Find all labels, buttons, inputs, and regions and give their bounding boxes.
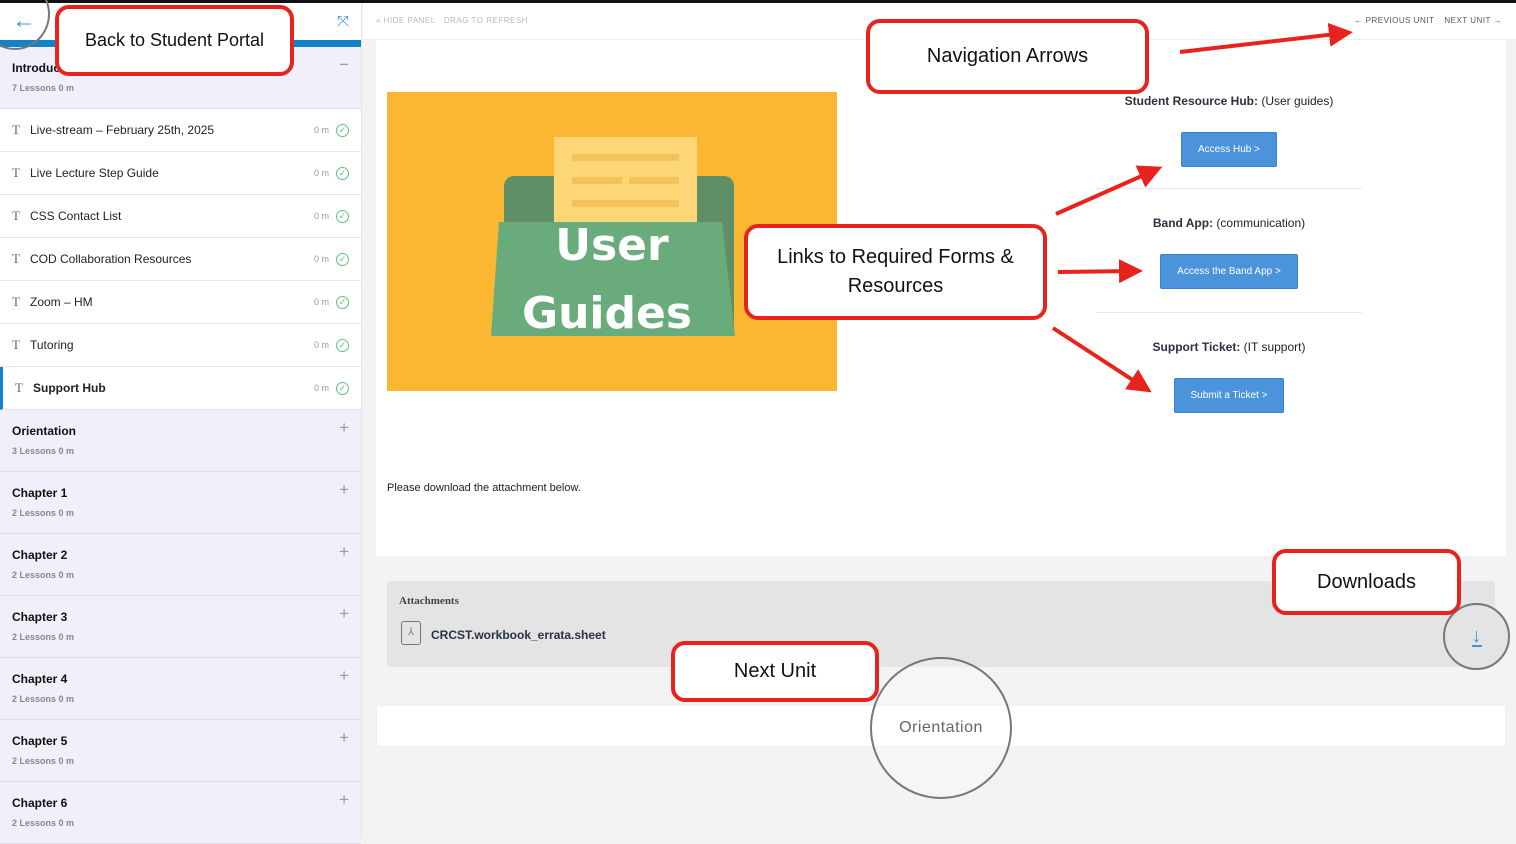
lesson-duration: 0 m (313, 340, 329, 350)
lesson-title: Live-stream – February 25th, 2025 (30, 123, 215, 137)
divider (1096, 312, 1362, 313)
download-icon: ↓ (1471, 624, 1482, 647)
section-title: Chapter 4 (12, 672, 68, 686)
hide-panel-button[interactable]: « HIDE PANEL (376, 16, 436, 25)
section-item[interactable]: Chapter 2 2 Lessons 0 m + (0, 534, 361, 596)
section-item[interactable]: Chapter 3 2 Lessons 0 m + (0, 596, 361, 658)
lesson-title: Live Lecture Step Guide (30, 166, 159, 180)
download-note: Please download the attachment below. (387, 482, 581, 494)
lesson-duration: 0 m (313, 254, 329, 264)
completed-check-icon: ✓ (336, 295, 349, 309)
next-unit-label[interactable]: Orientation (899, 719, 983, 737)
expand-plus-icon[interactable]: + (339, 790, 349, 810)
section-meta: 3 Lessons 0 m (12, 446, 75, 456)
lesson-item[interactable]: T Live Lecture Step Guide 0 m ✓ (0, 152, 361, 195)
image-text-2: Guides (522, 288, 692, 339)
expand-plus-icon[interactable]: + (339, 418, 349, 438)
resource-label: Band App: (communication) (1152, 216, 1306, 230)
back-arrow-icon: ← (12, 7, 36, 34)
text-lesson-icon: T (12, 251, 20, 266)
section-item[interactable]: Orientation 3 Lessons 0 m + (0, 410, 361, 472)
lesson-item[interactable]: T CSS Contact List 0 m ✓ (0, 195, 361, 238)
text-lesson-icon: T (12, 208, 20, 223)
expand-plus-icon[interactable]: + (339, 480, 349, 500)
section-title: Chapter 5 (12, 734, 68, 748)
section-meta: 2 Lessons 0 m (12, 694, 75, 704)
expand-plus-icon[interactable]: + (339, 604, 349, 624)
lesson-title: Tutoring (30, 338, 74, 352)
text-lesson-icon: T (15, 380, 23, 395)
section-meta: 2 Lessons 0 m (12, 632, 75, 642)
course-sidebar: ⤧ Introduction 7 Lessons 0 m − T Live-str… (0, 3, 362, 844)
completed-check-icon: ✓ (336, 166, 349, 180)
lesson-duration: 0 m (313, 168, 329, 178)
divider (1096, 188, 1362, 189)
lesson-duration: 0 m (313, 211, 329, 221)
lesson-item[interactable]: T COD Collaboration Resources 0 m ✓ (0, 238, 361, 281)
attachments-heading: Attachments (399, 595, 459, 607)
completed-check-icon: ✓ (336, 338, 349, 352)
callout-back: Back to Student Portal (55, 5, 294, 76)
section-title: Chapter 1 (12, 486, 68, 500)
resource-button[interactable]: Submit a Ticket > (1173, 378, 1285, 413)
completed-check-icon: ✓ (336, 209, 349, 223)
section-title: Chapter 6 (12, 796, 68, 810)
section-title: Orientation (12, 424, 77, 438)
text-lesson-icon: T (12, 165, 20, 180)
section-title: Chapter 2 (12, 548, 68, 562)
lesson-item[interactable]: T Tutoring 0 m ✓ (0, 324, 361, 367)
expand-plus-icon[interactable]: + (339, 728, 349, 748)
attachment-link[interactable]: CRCST.workbook_errata.sheet (431, 628, 606, 642)
section-title: Chapter 3 (12, 610, 68, 624)
drag-refresh-label: DRAG TO REFRESH (443, 16, 528, 25)
expand-icon[interactable]: ⤧ (337, 13, 349, 30)
section-meta: 2 Lessons 0 m (12, 508, 75, 518)
lesson-item[interactable]: T Live-stream – February 25th, 2025 0 m ✓ (0, 109, 361, 152)
previous-unit-link[interactable]: ← PREVIOUS UNIT (1354, 16, 1434, 25)
text-lesson-icon: T (12, 122, 20, 137)
section-meta: 7 Lessons 0 m (12, 83, 75, 93)
text-lesson-icon: T (12, 294, 20, 309)
section-meta: 2 Lessons 0 m (12, 818, 75, 828)
resource-label: Student Resource Hub: (User guides) (1124, 94, 1334, 108)
lesson-title: Support Hub (33, 381, 106, 395)
completed-check-icon: ✓ (336, 252, 349, 266)
resource-block: Student Resource Hub: (User guides) Acces… (1098, 94, 1360, 167)
next-unit-circle[interactable]: Orientation (870, 657, 1012, 799)
image-text-1: User (555, 220, 669, 271)
expand-plus-icon[interactable]: + (339, 666, 349, 686)
lesson-duration: 0 m (313, 297, 329, 307)
lesson-title: CSS Contact List (30, 209, 122, 223)
resource-block: Support Ticket: (IT support) Submit a Tic… (1098, 340, 1360, 413)
section-item[interactable]: Chapter 4 2 Lessons 0 m + (0, 658, 361, 720)
callout-nav: Navigation Arrows (866, 19, 1149, 94)
text-lesson-icon: T (12, 337, 20, 352)
section-meta: 2 Lessons 0 m (12, 570, 75, 580)
lesson-duration: 0 m (313, 125, 329, 135)
section-item[interactable]: Chapter 6 2 Lessons 0 m + (0, 782, 361, 844)
expand-plus-icon[interactable]: + (339, 542, 349, 562)
callout-next: Next Unit (671, 641, 879, 702)
section-item[interactable]: Chapter 5 2 Lessons 0 m + (0, 720, 361, 782)
lesson-item[interactable]: T Support Hub 0 m ✓ (0, 367, 361, 410)
callout-downloads: Downloads (1272, 549, 1461, 615)
lesson-title: COD Collaboration Resources (30, 252, 192, 266)
callout-links: Links to Required Forms & Resources (744, 224, 1047, 320)
next-unit-link[interactable]: NEXT UNIT → (1444, 16, 1502, 25)
completed-check-icon: ✓ (336, 123, 349, 137)
pdf-file-icon: ⅄ (401, 621, 421, 645)
lesson-title: Zoom – HM (30, 295, 93, 309)
lesson-duration: 0 m (313, 383, 329, 393)
resource-block: Band App: (communication) Access the Band… (1098, 216, 1360, 289)
section-meta: 2 Lessons 0 m (12, 756, 75, 766)
collapse-icon[interactable]: − (339, 55, 349, 75)
lesson-item[interactable]: T Zoom – HM 0 m ✓ (0, 281, 361, 324)
completed-check-icon: ✓ (336, 381, 349, 395)
resource-label: Support Ticket: (IT support) (1152, 340, 1306, 354)
resource-button[interactable]: Access Hub > (1181, 132, 1277, 167)
resource-button[interactable]: Access the Band App > (1160, 254, 1298, 289)
section-item[interactable]: Chapter 1 2 Lessons 0 m + (0, 472, 361, 534)
